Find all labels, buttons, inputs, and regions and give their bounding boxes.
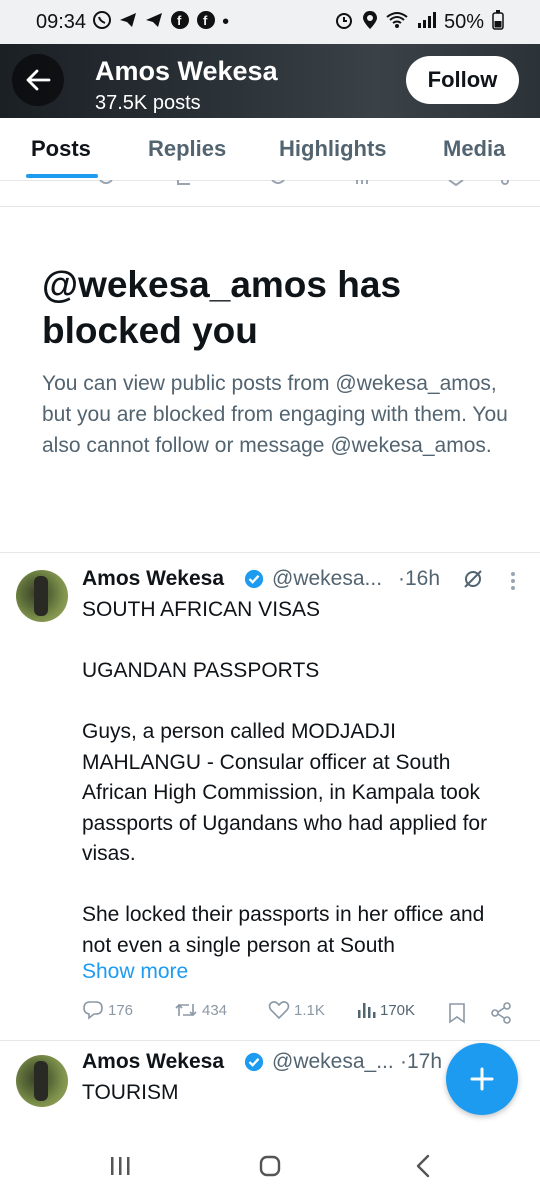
tweet-actions: 176 434 1.1K 170K	[82, 1000, 522, 1028]
active-tab-indicator	[26, 174, 98, 178]
verified-badge-icon	[244, 1052, 264, 1072]
home-icon[interactable]	[258, 1154, 282, 1178]
telegram-icon-2	[144, 10, 164, 34]
tweet-body: SOUTH AFRICAN VISAS UGANDAN PASSPORTS Gu…	[82, 595, 512, 961]
like-count: 1.1K	[294, 1001, 325, 1019]
posts-count: 37.5K posts	[95, 92, 201, 114]
notification-dot: •	[222, 10, 230, 33]
avatar[interactable]	[16, 570, 68, 622]
tweet-handle[interactable]: @wekesa...	[272, 567, 382, 591]
bookmark-icon[interactable]	[448, 1002, 466, 1024]
like-button[interactable]: 1.1K	[268, 1000, 325, 1020]
verified-badge-icon	[244, 569, 264, 589]
tab-highlights[interactable]: Highlights	[279, 136, 387, 162]
reply-button[interactable]: 176	[82, 1000, 133, 1020]
grok-icon[interactable]	[462, 568, 484, 590]
tweet-paragraph: UGANDAN PASSPORTS	[82, 659, 320, 682]
blocked-description: You can view public posts from @wekesa_a…	[42, 372, 508, 457]
back-nav-icon[interactable]	[412, 1154, 436, 1178]
views-count: 170K	[380, 1001, 416, 1019]
tab-media[interactable]: Media	[443, 136, 505, 162]
status-left: 09:34 f f •	[36, 10, 229, 34]
facebook-icon: f	[170, 10, 190, 34]
share-icon[interactable]	[490, 1002, 512, 1024]
svg-text:f: f	[203, 13, 208, 28]
telegram-icon	[118, 10, 138, 34]
scrolled-action-row	[0, 180, 540, 207]
reply-count: 176	[108, 1001, 134, 1019]
profile-tabs: Posts Replies Highlights Media	[0, 118, 540, 181]
avatar[interactable]	[16, 1055, 68, 1107]
views-button[interactable]: 170K	[356, 1000, 415, 1020]
battery-icon	[492, 10, 504, 34]
blocked-title: @wekesa_amos has blocked you	[42, 264, 402, 351]
feed-divider	[0, 552, 540, 553]
tweet-author-name[interactable]: Amos Wekesa	[82, 567, 224, 591]
tab-replies[interactable]: Replies	[148, 136, 226, 162]
profile-header: Amos Wekesa 37.5K posts Follow	[0, 44, 540, 118]
show-more-link[interactable]: Show more	[82, 960, 188, 984]
back-arrow-icon	[26, 69, 51, 91]
status-time: 09:34	[36, 10, 87, 33]
tweet-time: ·17h	[400, 1050, 443, 1073]
signal-icon	[416, 10, 436, 34]
views-icon	[358, 1003, 376, 1018]
tweet-paragraph: Guys, a person called MODJADJI MAHLANGU …	[82, 720, 488, 865]
tweet-handle[interactable]: @wekesa_...	[272, 1050, 394, 1074]
follow-button[interactable]: Follow	[406, 56, 519, 104]
whatsapp-icon	[92, 10, 112, 34]
compose-button[interactable]	[446, 1043, 518, 1115]
like-icon	[268, 1001, 290, 1020]
recent-apps-icon[interactable]	[108, 1154, 132, 1178]
feed-divider	[0, 1040, 540, 1041]
compose-plus-icon	[470, 1067, 494, 1091]
status-right: 50%	[334, 10, 504, 34]
facebook-icon-2: f	[196, 10, 216, 34]
scrolled-actions-icons	[99, 180, 509, 187]
wifi-icon	[386, 10, 408, 34]
tweet-paragraph: She locked their passports in her office…	[82, 903, 485, 957]
alarm-icon	[334, 10, 354, 34]
location-icon	[362, 10, 378, 34]
repost-icon	[175, 1003, 197, 1017]
repost-button[interactable]: 434	[174, 1000, 227, 1020]
tweet-paragraph: SOUTH AFRICAN VISAS	[82, 598, 321, 621]
profile-name: Amos Wekesa	[95, 56, 278, 86]
more-icon[interactable]	[510, 571, 516, 591]
reply-icon	[83, 1001, 103, 1020]
back-button[interactable]	[12, 54, 64, 106]
tab-posts[interactable]: Posts	[31, 136, 91, 162]
tweet-author-name[interactable]: Amos Wekesa	[82, 1050, 224, 1074]
status-bar: 09:34 f f • 50%	[0, 0, 540, 44]
svg-text:f: f	[177, 13, 182, 28]
battery-percent: 50%	[443, 10, 484, 33]
system-nav-bar	[0, 1140, 540, 1200]
repost-count: 434	[202, 1001, 228, 1019]
tweet-time: ·16h	[398, 567, 441, 590]
